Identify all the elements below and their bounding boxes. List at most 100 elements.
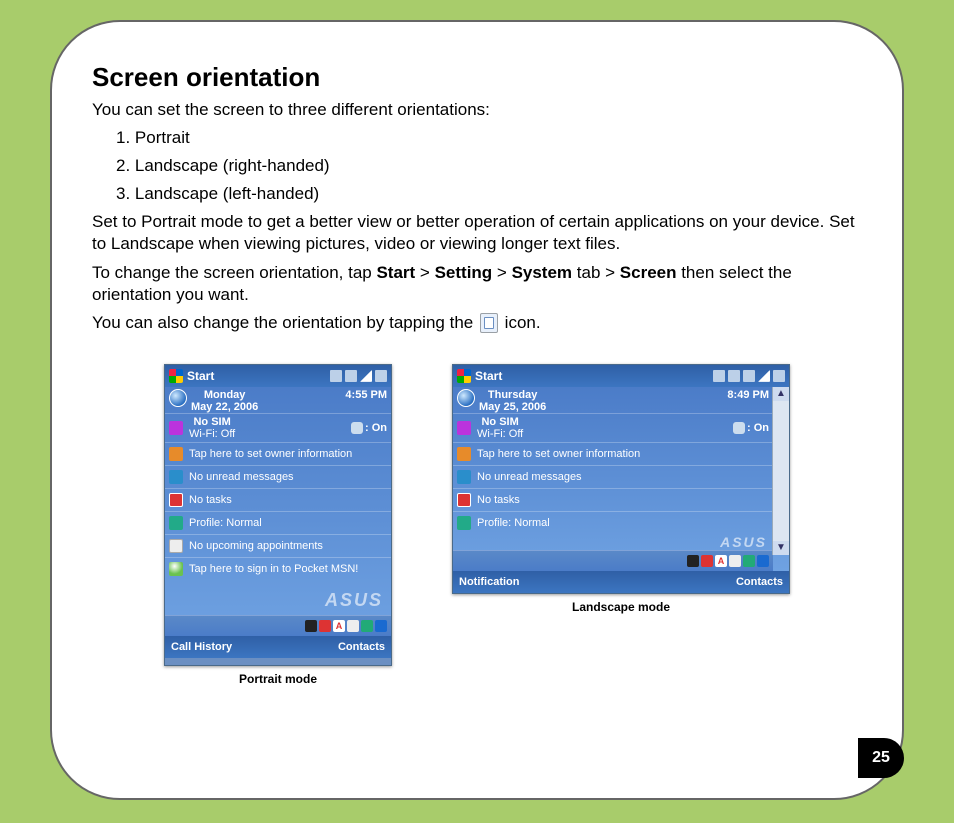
today-area: Thursday May 25, 2006 8:49 PM No SIM Wi-… [453,387,789,571]
bluetooth-badge[interactable]: : On [733,422,769,434]
asus-logo: ASUS [165,580,391,615]
status-icon[interactable] [330,370,342,382]
owner-icon [169,447,183,461]
status-icons[interactable] [713,370,785,382]
windows-flag-icon[interactable] [169,369,183,383]
landscape-figure: Start Thursday May 25, 2006 [452,364,790,614]
signal-icon[interactable] [360,370,372,382]
scroll-up-icon[interactable]: ▲ [773,387,789,401]
msn-icon [169,562,183,576]
calendar-icon [169,539,183,553]
asus-logo: ASUS [453,534,773,550]
date-row[interactable]: Thursday May 25, 2006 8:49 PM [453,387,773,413]
tray-battery-icon[interactable] [743,555,755,567]
mail-row[interactable]: No unread messages [453,465,773,488]
tasks-row[interactable]: No tasks [165,488,391,511]
start-button[interactable]: Start [187,369,214,383]
status-icon[interactable] [375,370,387,382]
instr-screen: Screen [620,263,677,282]
time-text: 8:49 PM [727,389,769,401]
msn-row[interactable]: Tap here to sign in to Pocket MSN! [165,557,391,580]
softkey-right[interactable]: Contacts [338,641,385,653]
softkey-bar: Call History Contacts [165,636,391,658]
tray-icon[interactable]: A [333,620,345,632]
tray-icon[interactable] [687,555,699,567]
tasks-row[interactable]: No tasks [453,488,773,511]
title-bar[interactable]: Start [165,365,391,387]
softkey-right[interactable]: Contacts [736,576,783,588]
tray-bluetooth-icon[interactable] [757,555,769,567]
status-icon[interactable] [713,370,725,382]
date-row[interactable]: Monday May 22, 2006 4:55 PM [165,387,391,413]
owner-row[interactable]: Tap here to set owner information [453,442,773,465]
radio-icon [169,421,183,435]
tray-icon[interactable]: A [715,555,727,567]
profile-icon [457,516,471,530]
sim-row[interactable]: No SIM Wi-Fi: Off : On [453,413,773,442]
time-text: 4:55 PM [345,389,387,401]
bluetooth-icon [351,422,363,434]
intro-text: You can set the screen to three differen… [92,99,862,121]
page-title: Screen orientation [92,62,862,93]
softkey-left[interactable]: Notification [459,576,520,588]
portrait-figure: Start Monday May 22, 2006 [164,364,392,686]
portrait-caption: Portrait mode [164,672,392,686]
today-area: Monday May 22, 2006 4:55 PM No SIM Wi-Fi… [165,387,391,636]
start-button[interactable]: Start [475,369,502,383]
owner-row[interactable]: Tap here to set owner information [165,442,391,465]
rotate-screen-icon [480,313,498,333]
page-number: 25 [858,738,904,778]
date-text: Monday May 22, 2006 [191,389,258,413]
sim-row[interactable]: No SIM Wi-Fi: Off : On [165,413,391,442]
task-icon [457,493,471,507]
status-icons[interactable] [330,370,387,382]
instr-system: System [512,263,572,282]
instr-setting: Setting [435,263,493,282]
figures-row: Start Monday May 22, 2006 [92,364,862,686]
mail-row[interactable]: No unread messages [165,465,391,488]
softkey-bar: Notification Contacts [453,571,789,593]
status-icon[interactable] [345,370,357,382]
owner-icon [457,447,471,461]
usage-paragraph: Set to Portrait mode to get a better vie… [92,211,862,255]
tap-icon-paragraph: You can also change the orientation by t… [92,312,862,334]
profile-row[interactable]: Profile: Normal [165,511,391,534]
status-icon[interactable] [743,370,755,382]
tray-icon[interactable] [729,555,741,567]
tray-icon[interactable] [305,620,317,632]
tray-icon[interactable] [347,620,359,632]
profile-row[interactable]: Profile: Normal [453,511,773,534]
mail-icon [457,470,471,484]
tray-bluetooth-icon[interactable] [375,620,387,632]
tray-battery-icon[interactable] [361,620,373,632]
status-icon[interactable] [728,370,740,382]
bluetooth-badge[interactable]: : On [351,422,387,434]
system-tray[interactable]: A [165,615,391,636]
appointments-row[interactable]: No upcoming appointments [165,534,391,557]
list-item-1: 1. Portrait [116,127,862,149]
portrait-device: Start Monday May 22, 2006 [164,364,392,666]
radio-icon [457,421,471,435]
instruction-paragraph: To change the screen orientation, tap St… [92,262,862,306]
landscape-caption: Landscape mode [452,600,790,614]
manual-page: Screen orientation You can set the scree… [50,20,904,800]
date-text: Thursday May 25, 2006 [479,389,546,413]
signal-icon[interactable] [758,370,770,382]
task-icon [169,493,183,507]
clock-globe-icon [169,389,187,407]
tray-icon[interactable] [701,555,713,567]
scrollbar[interactable]: ▲ ▼ [772,387,789,555]
landscape-device: Start Thursday May 25, 2006 [452,364,790,594]
system-tray[interactable]: A [453,550,773,571]
clock-globe-icon [457,389,475,407]
instr-pre: To change the screen orientation, tap [92,263,376,282]
windows-flag-icon[interactable] [457,369,471,383]
tray-icon[interactable] [319,620,331,632]
scroll-down-icon[interactable]: ▼ [773,541,789,555]
status-icon[interactable] [773,370,785,382]
profile-icon [169,516,183,530]
instr-start: Start [376,263,415,282]
title-bar[interactable]: Start [453,365,789,387]
softkey-left[interactable]: Call History [171,641,232,653]
bluetooth-icon [733,422,745,434]
